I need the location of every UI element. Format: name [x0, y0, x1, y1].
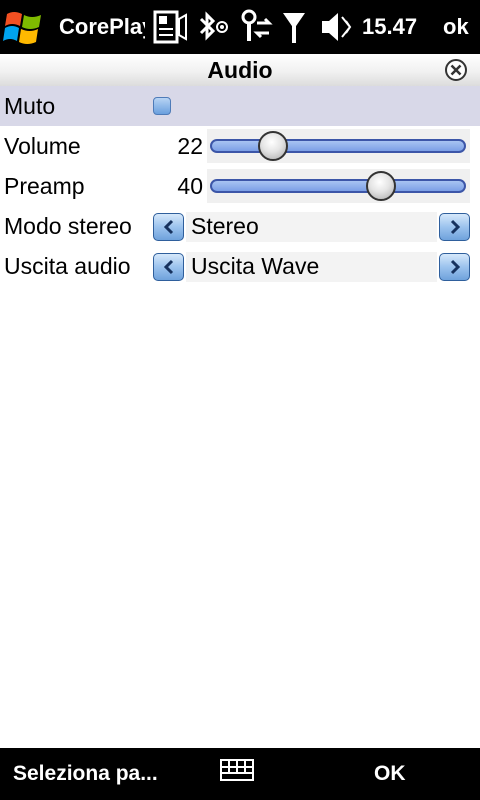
muto-label: Muto — [4, 93, 56, 119]
chevron-left-icon — [163, 259, 173, 275]
stereo-prev-button[interactable] — [153, 213, 184, 241]
page-title: Audio — [207, 57, 273, 83]
stereo-value: Stereo — [191, 213, 259, 239]
volume-value: 22 — [177, 133, 203, 159]
volume-icon[interactable] — [320, 9, 354, 45]
bluetooth-icon[interactable] — [195, 9, 231, 45]
uscita-audio-prev-button[interactable] — [153, 253, 184, 281]
uscita-audio-next-button[interactable] — [439, 253, 470, 281]
setting-row-muto[interactable]: Muto — [0, 86, 480, 126]
preamp-slider-track[interactable] — [210, 179, 466, 193]
preamp-slider-thumb[interactable] — [365, 171, 396, 201]
preamp-value: 40 — [177, 173, 203, 199]
ok-button[interactable]: ok — [443, 13, 477, 41]
chevron-right-icon — [450, 259, 460, 275]
status-bar: CorePlayer 15.47 ok — [0, 0, 480, 54]
setting-row-preamp: Preamp 40 — [0, 166, 480, 206]
softkey-left[interactable]: Seleziona pa... — [13, 760, 158, 788]
uscita-audio-value: Uscita Wave — [191, 253, 320, 279]
uscita-audio-label: Uscita audio — [4, 253, 131, 279]
setting-row-uscita-audio: Uscita audio Uscita Wave — [0, 246, 480, 286]
softkey-bar: Seleziona pa... OK — [0, 748, 480, 800]
stereo-label: Modo stereo — [4, 213, 132, 239]
clock[interactable]: 15.47 — [362, 13, 428, 41]
softkey-right[interactable]: OK — [374, 760, 406, 788]
setting-row-stereo: Modo stereo Stereo — [0, 206, 480, 246]
title-bar: Audio — [0, 54, 480, 87]
app-title: CorePlayer — [59, 14, 145, 39]
stereo-next-button[interactable] — [439, 213, 470, 241]
close-icon[interactable] — [444, 58, 468, 82]
keyboard-icon[interactable] — [220, 759, 254, 781]
volume-slider-thumb[interactable] — [258, 131, 288, 161]
windows-start-icon[interactable] — [3, 7, 45, 47]
activesync-icon[interactable] — [239, 9, 273, 45]
chevron-right-icon — [450, 219, 460, 235]
notification-icon[interactable] — [153, 9, 187, 45]
signal-icon[interactable] — [281, 9, 307, 45]
volume-label: Volume — [4, 133, 81, 159]
preamp-label: Preamp — [4, 173, 85, 199]
setting-row-volume: Volume 22 — [0, 126, 480, 166]
muto-checkbox[interactable] — [153, 97, 171, 115]
chevron-left-icon — [163, 219, 173, 235]
volume-slider-track[interactable] — [210, 139, 466, 153]
